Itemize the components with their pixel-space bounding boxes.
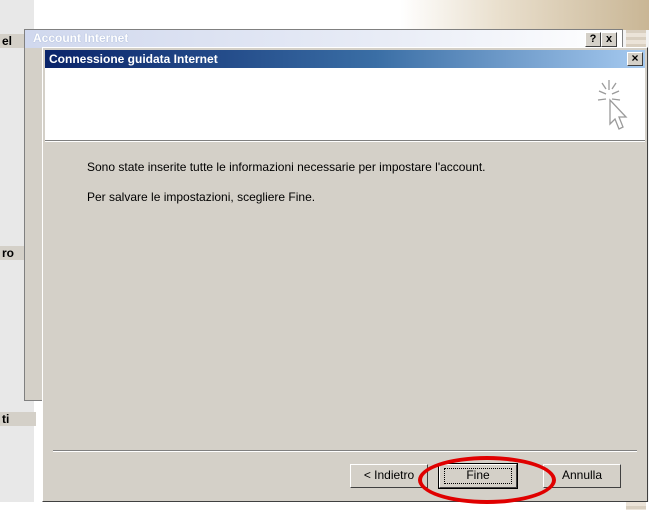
desktop-wallpaper [400,0,649,30]
help-button[interactable]: ? [585,32,601,47]
wizard-close-button[interactable]: × [627,52,643,66]
account-internet-titlebar: Account Internet ? x [25,30,622,48]
cursor-sparkle-icon [597,80,628,130]
wizard-header-panel [45,68,645,141]
header-separator [45,141,645,142]
wizard-message-save: Per salvare le impostazioni, scegliere F… [87,190,316,204]
footer-divider-highlight [53,451,637,452]
internet-connection-wizard-dialog: Connessione guidata Internet × Sono stat… [42,47,648,502]
back-button[interactable]: < Indietro [350,464,428,488]
wizard-title: Connessione guidata Internet [49,52,218,66]
background-label-3: ti [0,412,36,426]
wizard-message-complete: Sono state inserite tutte le informazion… [87,160,486,174]
highlight-ellipse [418,456,556,504]
account-internet-title: Account Internet [33,31,129,45]
wizard-titlebar[interactable]: Connessione guidata Internet × [45,50,645,68]
back-window-close-button[interactable]: x [601,32,617,47]
